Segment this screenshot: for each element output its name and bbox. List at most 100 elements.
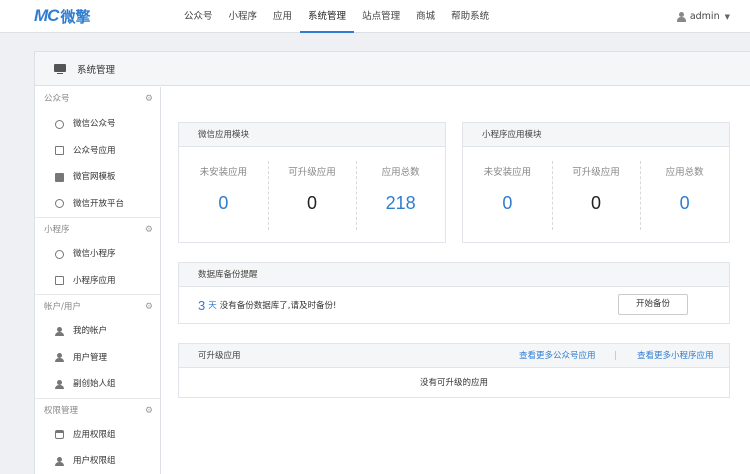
upgradable-apps-panel: 可升级应用 查看更多公众号应用 | 查看更多小程序应用 没有可升级的应用 xyxy=(178,343,730,398)
nav-site-management[interactable]: 站点管理 xyxy=(354,0,408,33)
backup-body: 3 天 没有备份数据库了,请及时备份! 开始备份 xyxy=(179,287,729,323)
sidebar-item-label: 用户管理 xyxy=(73,352,108,363)
group-icon xyxy=(55,379,64,389)
user-menu[interactable]: admin ▼ xyxy=(676,0,730,33)
user-icon xyxy=(55,456,64,466)
miniprogram-module-panel: 小程序应用模块 未安装应用 0 可升级应用 0 应用总数 0 xyxy=(462,122,730,243)
sidebar-item-site-templates[interactable]: 微官网模板 xyxy=(35,164,160,191)
sidebar-item-account-apps[interactable]: 公众号应用 xyxy=(35,138,160,165)
stat-total[interactable]: 应用总数 0 xyxy=(640,147,729,242)
start-backup-button[interactable]: 开始备份 xyxy=(618,294,688,315)
sidebar-item-label: 副创始人组 xyxy=(73,379,116,389)
sidebar-item-wechat-miniprogram[interactable]: 微信小程序 xyxy=(35,241,160,268)
nav-apps[interactable]: 应用 xyxy=(265,0,300,33)
link-separator: | xyxy=(614,351,617,361)
sidebar-item-miniprogram-apps[interactable]: 小程序应用 xyxy=(35,268,160,295)
page-header: 系统管理 xyxy=(35,52,750,86)
logo[interactable]: MC 微擎 xyxy=(34,6,90,26)
sidebar-group-title: 帐户/用户 xyxy=(44,302,81,312)
stat-value[interactable]: 0 xyxy=(640,193,729,214)
stat-label: 未安装应用 xyxy=(483,167,532,178)
gear-icon[interactable]: ⚙ xyxy=(145,295,153,319)
sidebar-item-user-permission-group[interactable]: 用户权限组 xyxy=(35,448,160,474)
user-icon xyxy=(676,11,686,22)
backup-message: 没有备份数据库了,请及时备份! xyxy=(219,301,337,311)
lock-icon xyxy=(55,430,64,440)
stat-upgradable[interactable]: 可升级应用 0 xyxy=(267,147,357,242)
backup-reminder-panel: 数据库备份提醒 3 天 没有备份数据库了,请及时备份! 开始备份 xyxy=(178,262,730,324)
sidebar-group-title: 小程序 xyxy=(44,225,70,235)
platform-icon xyxy=(55,199,64,209)
stat-label: 未安装应用 xyxy=(199,167,248,178)
more-wechat-apps-link[interactable]: 查看更多公众号应用 xyxy=(519,344,596,368)
backup-days-unit: 天 xyxy=(208,301,217,311)
gear-icon[interactable]: ⚙ xyxy=(145,218,153,242)
stats-row: 未安装应用 0 可升级应用 0 应用总数 0 xyxy=(463,147,729,242)
sidebar-group-accounts[interactable]: 帐户/用户 ⚙ xyxy=(35,294,160,318)
stat-upgradable[interactable]: 可升级应用 0 xyxy=(551,147,641,242)
stat-value[interactable]: 0 xyxy=(552,193,641,214)
sidebar-group-title: 公众号 xyxy=(44,94,70,104)
sidebar-item-label: 用户权限组 xyxy=(73,456,116,466)
sidebar-group-permissions[interactable]: 权限管理 ⚙ xyxy=(35,397,160,423)
sidebar-group-title: 权限管理 xyxy=(44,405,79,416)
gear-icon[interactable]: ⚙ xyxy=(145,399,153,423)
app-icon xyxy=(55,276,64,286)
nav-official-account[interactable]: 公众号 xyxy=(176,0,221,33)
stat-total[interactable]: 应用总数 218 xyxy=(356,147,445,242)
sidebar-group-miniprogram[interactable]: 小程序 ⚙ xyxy=(35,217,160,241)
stat-value[interactable]: 218 xyxy=(356,193,445,214)
sidebar-item-open-platform[interactable]: 微信开放平台 xyxy=(35,191,160,218)
sidebar-item-label: 公众号应用 xyxy=(73,145,116,156)
stat-value[interactable]: 0 xyxy=(463,193,552,214)
backup-days: 3 xyxy=(198,297,206,313)
sidebar-item-my-account[interactable]: 我的帐户 xyxy=(35,318,160,345)
stats-row: 未安装应用 0 可升级应用 0 应用总数 218 xyxy=(179,147,445,242)
sidebar-item-label: 我的帐户 xyxy=(73,326,108,336)
panel-title: 可升级应用 xyxy=(198,351,241,361)
stat-uninstalled[interactable]: 未安装应用 0 xyxy=(463,147,552,242)
stat-uninstalled[interactable]: 未安装应用 0 xyxy=(179,147,268,242)
more-miniprogram-apps-link[interactable]: 查看更多小程序应用 xyxy=(637,344,714,368)
sidebar-item-label: 应用权限组 xyxy=(73,429,116,440)
panel-header: 可升级应用 查看更多公众号应用 | 查看更多小程序应用 xyxy=(179,344,729,368)
stat-value[interactable]: 0 xyxy=(268,193,357,214)
wechat-module-panel: 微信应用模块 未安装应用 0 可升级应用 0 应用总数 218 xyxy=(178,122,446,243)
monitor-icon xyxy=(54,63,66,74)
sidebar-item-label: 微信小程序 xyxy=(73,249,116,259)
stat-value[interactable]: 0 xyxy=(179,193,268,214)
nav-miniprogram[interactable]: 小程序 xyxy=(221,0,266,33)
nav-store[interactable]: 商城 xyxy=(408,0,443,33)
sidebar-item-vice-founder-group[interactable]: 副创始人组 xyxy=(35,371,160,398)
panel-title: 数据库备份提醒 xyxy=(179,263,729,287)
sidebar-item-label: 小程序应用 xyxy=(73,275,116,286)
page-title: 系统管理 xyxy=(77,64,116,76)
username: admin xyxy=(689,11,720,22)
sidebar-item-label: 微信公众号 xyxy=(73,119,116,129)
stat-label: 可升级应用 xyxy=(288,167,336,178)
sidebar: 公众号 ⚙ 微信公众号 公众号应用 微官网模板 微信开放平台 小程序 ⚙ 微信小… xyxy=(35,87,161,474)
panel-title: 小程序应用模块 xyxy=(463,123,729,147)
stat-label: 应用总数 xyxy=(665,167,704,178)
gear-icon[interactable]: ⚙ xyxy=(145,87,153,111)
sidebar-group-official-account[interactable]: 公众号 ⚙ xyxy=(35,87,160,111)
logo-text: 微擎 xyxy=(60,7,91,26)
wechat-icon xyxy=(55,119,64,129)
app-icon xyxy=(55,146,64,156)
nav-system-management[interactable]: 系统管理 xyxy=(300,0,355,33)
caret-down-icon: ▼ xyxy=(724,12,730,21)
stat-label: 应用总数 xyxy=(381,167,420,178)
main-nav: 公众号 小程序 应用 系统管理 站点管理 商城 帮助系统 xyxy=(176,0,497,33)
sidebar-item-user-management[interactable]: 用户管理 xyxy=(35,345,160,372)
stat-label: 可升级应用 xyxy=(572,167,620,178)
sidebar-item-app-permission-group[interactable]: 应用权限组 xyxy=(35,422,160,449)
empty-state: 没有可升级的应用 xyxy=(419,378,488,388)
sidebar-item-label: 微信开放平台 xyxy=(73,198,125,209)
sidebar-item-label: 微官网模板 xyxy=(73,172,116,182)
template-icon xyxy=(55,172,64,182)
logo-mark: MC xyxy=(34,6,59,25)
miniprogram-icon xyxy=(55,249,64,259)
sidebar-item-wechat-account[interactable]: 微信公众号 xyxy=(35,111,160,138)
users-icon xyxy=(55,353,64,363)
nav-help[interactable]: 帮助系统 xyxy=(443,0,497,33)
